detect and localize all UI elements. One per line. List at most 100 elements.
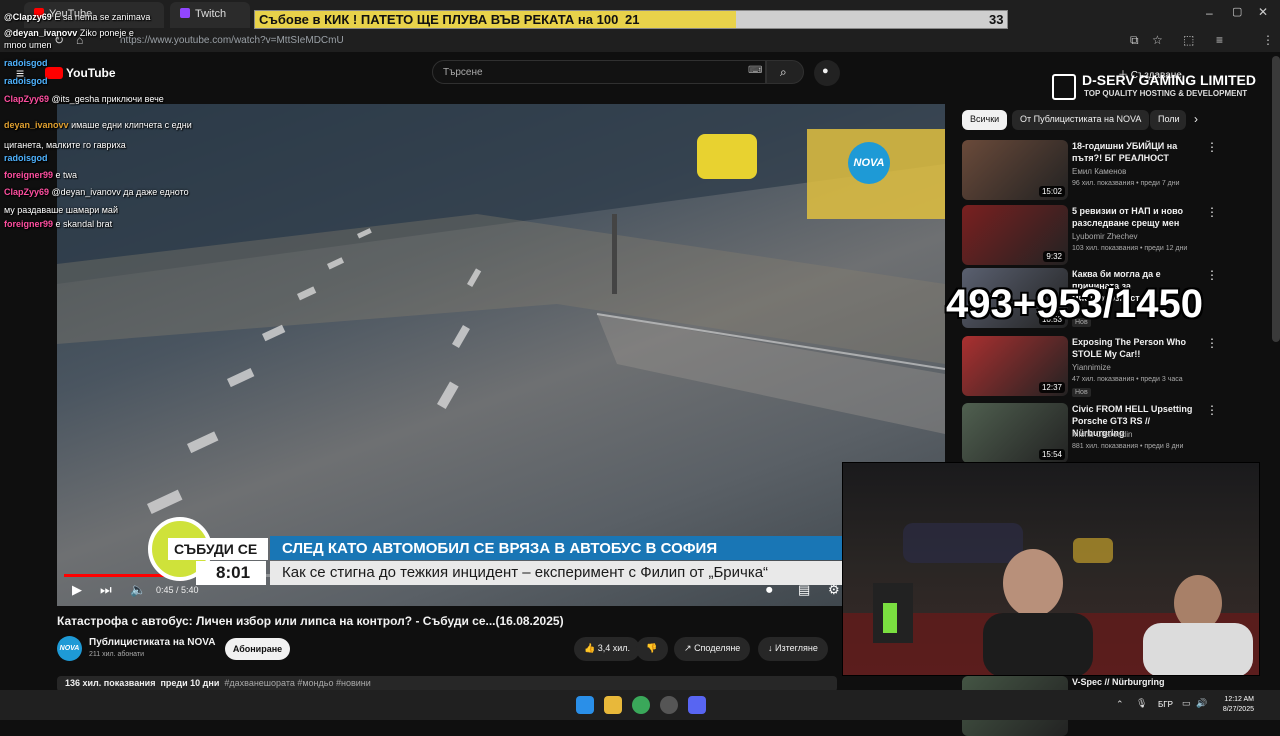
language-indicator[interactable]: БГР	[1158, 700, 1173, 709]
video-time: 0:45 / 5:40	[156, 585, 199, 595]
media-icon[interactable]: ≡	[1216, 33, 1223, 47]
like-button[interactable]: 👍 3,4 хил.	[574, 637, 641, 661]
more-options-icon[interactable]: ⋮	[1206, 403, 1218, 417]
chrome-icon[interactable]	[632, 696, 650, 714]
chat-text: @deyan_ivanovv да даже едното	[51, 187, 189, 197]
chat-text: му раздаваше шамари май	[4, 205, 118, 215]
bookmark-star-icon[interactable]: ☆	[1152, 33, 1163, 47]
recommendation-thumbnail[interactable]: 15:02	[962, 140, 1068, 200]
channel-name[interactable]: Публицистиката на NOVA	[89, 637, 215, 648]
chat-username: @Clapzy69	[4, 12, 52, 22]
filter-chip-all[interactable]: Всички	[962, 110, 1008, 130]
more-options-icon[interactable]: ⋮	[1206, 268, 1218, 282]
recommendation-channel[interactable]: Misha Charoudin	[1072, 430, 1132, 439]
recommendation-item[interactable]: 15:54 Civic FROM HELL Upsetting Porsche G…	[962, 403, 1272, 463]
speaker-icon[interactable]: 🔊	[1196, 698, 1207, 709]
lower-third-clock: 8:01	[196, 561, 266, 585]
recommendation-channel[interactable]: Yiannimize	[1072, 363, 1111, 372]
recommendation-meta: 47 хил. показвания • преди 3 часа	[1072, 376, 1183, 383]
recommendation-item[interactable]: 12:37 Exposing The Person Who STOLE My Ca…	[962, 336, 1272, 397]
recommendation-title[interactable]: V-Spec // Nürburgring	[1072, 676, 1197, 688]
channel-avatar[interactable]: NOVA	[57, 636, 82, 661]
play-icon[interactable]: ▶	[72, 582, 82, 598]
chat-message: ClapZyy69 @its_gesha приключи вече	[4, 94, 164, 104]
discord-icon[interactable]	[688, 696, 706, 714]
webcam-scene	[843, 523, 1259, 675]
chat-text: e twa	[55, 170, 78, 180]
subscribe-button[interactable]: Абониране	[225, 638, 290, 660]
chat-message: radoisgod	[4, 58, 48, 68]
lower-third-subtitle: Как се стигна до тежкия инцидент – експе…	[270, 561, 842, 585]
recommendation-title[interactable]: Exposing The Person Who STOLE My Car!!	[1072, 336, 1197, 360]
chat-username: radoisgod	[4, 153, 48, 163]
sponsor-logo: D-SERV GAMING LIMITED TOP QUALITY HOSTIN…	[1052, 72, 1262, 102]
chat-text: циганета, малките го гавриха	[4, 140, 126, 150]
more-options-icon[interactable]: ⋮	[1206, 205, 1218, 219]
chat-username: ClapZyy69	[4, 94, 50, 104]
recommendation-thumbnail[interactable]: 12:37	[962, 336, 1068, 396]
tab-twitch[interactable]: Twitch	[170, 2, 250, 28]
video-duration: 15:54	[1038, 449, 1065, 460]
nova-channel-bug: NOVA	[848, 142, 890, 184]
mic-icon: ●	[822, 65, 829, 77]
sponsor-tagline: TOP QUALITY HOSTING & DEVELOPMENT	[1084, 89, 1248, 98]
twitch-icon	[180, 8, 190, 18]
volume-icon[interactable]: 🔈	[130, 582, 146, 598]
recommendation-title[interactable]: 18-годишни УБИЙЦИ на пътя?! БГ РЕАЛНОСТ	[1072, 140, 1197, 164]
view-count: 136 хил. показвания	[65, 678, 156, 688]
chat-text: @its_gesha приключи вече	[51, 94, 164, 104]
settings-gear-icon[interactable]: ⚙	[828, 582, 840, 598]
autoplay-toggle[interactable]: ⏺	[766, 582, 773, 598]
minimize-icon[interactable]: –	[1206, 6, 1213, 20]
chat-message: циганета, малките го гавриха	[4, 140, 126, 150]
filter-chip-channel[interactable]: От Публицистиката на NOVA	[1012, 110, 1150, 130]
recommendation-thumbnail[interactable]: 15:54	[962, 403, 1068, 463]
chevron-right-icon[interactable]: ›	[1194, 112, 1198, 126]
search-input[interactable]: Търсене	[432, 60, 766, 84]
more-options-icon[interactable]: ⋮	[1206, 336, 1218, 350]
thumbs-down-icon: 👎	[646, 643, 658, 653]
extensions-icon[interactable]: ⬚	[1183, 33, 1194, 47]
chat-username: radoisgod	[4, 58, 48, 68]
system-clock[interactable]: 12:12 AM 8/27/2025	[1210, 695, 1254, 715]
recommendation-item[interactable]: 15:02 18-годишни УБИЙЦИ на пътя?! БГ РЕАЛ…	[962, 140, 1272, 200]
search-button[interactable]: ⌕	[766, 60, 804, 84]
subtitles-icon[interactable]: ▤	[798, 582, 810, 598]
filter-chip-more[interactable]: Поли	[1150, 110, 1186, 130]
page-scrollbar[interactable]	[1272, 56, 1280, 342]
maximize-icon[interactable]: ▢	[1232, 5, 1242, 18]
chat-text: Ziko poneje e	[79, 28, 134, 38]
windows-start-icon[interactable]	[576, 696, 594, 714]
network-icon[interactable]: ▭	[1182, 698, 1191, 709]
voice-search-button[interactable]: ●	[814, 60, 840, 86]
chat-message: radoisgod	[4, 153, 48, 163]
streamer-webcam	[842, 462, 1260, 676]
url-field[interactable]: https://www.youtube.com/watch?v=MttSIeMD…	[100, 32, 1000, 50]
sub-goal-current: 21	[625, 12, 640, 27]
chat-message: @Clapzy69 E sa nema se zanimava	[4, 12, 150, 22]
hashtags[interactable]: #дахванешората #мондьо #новини	[224, 678, 370, 688]
chat-message: deyan_ivanovv имаше едни клипчета с едни	[4, 120, 192, 130]
keyboard-icon[interactable]: ⌨	[748, 65, 762, 76]
open-in-app-icon[interactable]: ⧉	[1130, 33, 1139, 48]
recommendation-channel[interactable]: Lyubomir Zhechev	[1072, 232, 1138, 241]
counter-overlay: 493+953/1450	[946, 282, 1203, 326]
recommendation-channel[interactable]: Емил Каменов	[1072, 167, 1126, 176]
obs-icon[interactable]	[660, 696, 678, 714]
recommendation-title[interactable]: 5 ревизии от НАП и ново разследване срещ…	[1072, 205, 1197, 229]
youtube-logo[interactable]: YouTube	[66, 66, 116, 80]
tray-chevron-icon[interactable]: ⌃	[1116, 699, 1124, 710]
new-badge: Нов	[1072, 388, 1091, 397]
download-button[interactable]: ↓ Изтегляне	[758, 637, 828, 661]
recommendation-item[interactable]: 9:32 5 ревизии от НАП и ново разследване …	[962, 205, 1272, 265]
dislike-button[interactable]: 👎	[636, 637, 668, 661]
recommendation-thumbnail[interactable]: 9:32	[962, 205, 1068, 265]
file-explorer-icon[interactable]	[604, 696, 622, 714]
chat-text: mnoo umen	[4, 40, 52, 50]
more-menu-icon[interactable]: ⋮	[1262, 33, 1274, 47]
close-icon[interactable]: ✕	[1258, 5, 1268, 19]
more-options-icon[interactable]: ⋮	[1206, 140, 1218, 154]
share-button[interactable]: ↗ Споделяне	[674, 637, 751, 661]
next-icon[interactable]: ⏭	[100, 582, 112, 598]
mic-tray-icon[interactable]: 🎙	[1136, 698, 1147, 709]
